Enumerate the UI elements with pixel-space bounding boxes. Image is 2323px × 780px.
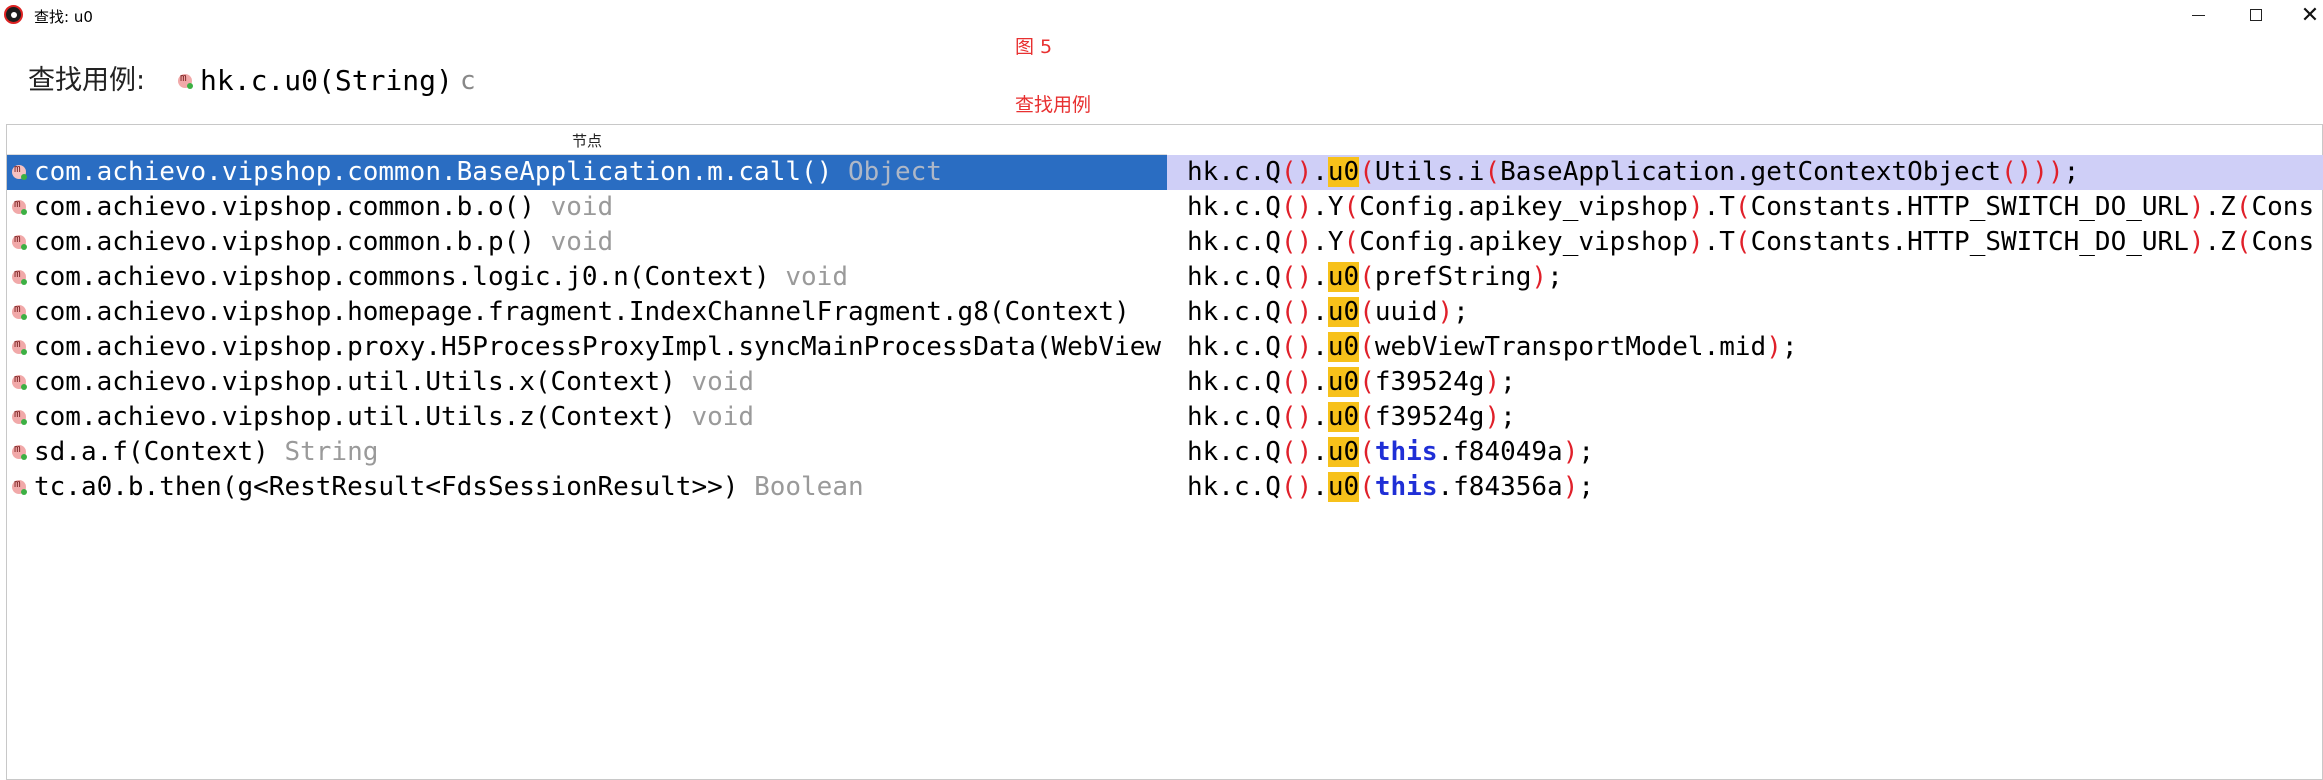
- figure-annotation: 图 5: [1015, 36, 1053, 58]
- method-signature: com.achievo.vipshop.common.b.o(): [34, 192, 535, 222]
- method-signature: com.achievo.vipshop.common.b.p(): [34, 227, 535, 257]
- row-node[interactable]: tc.a0.b.then(g<RestResult<FdsSessionResu…: [7, 470, 1167, 505]
- minimize-button[interactable]: [2173, 0, 2223, 30]
- result-row[interactable]: sd.a.f(Context) String hk.c.Q().u0(this.…: [7, 435, 2323, 470]
- method-icon: [12, 162, 27, 180]
- row-node[interactable]: com.achievo.vipshop.common.BaseApplicati…: [7, 155, 1167, 190]
- row-node[interactable]: com.achievo.vipshop.util.Utils.x(Context…: [7, 365, 1167, 400]
- method-icon: [12, 407, 27, 425]
- row-code[interactable]: hk.c.Q().u0(this.f84356a);: [1167, 470, 2323, 505]
- row-node[interactable]: com.achievo.vipshop.homepage.fragment.In…: [7, 295, 1167, 330]
- result-row[interactable]: com.achievo.vipshop.common.b.p() void hk…: [7, 225, 2323, 260]
- row-node[interactable]: com.achievo.vipshop.common.b.o() void: [7, 190, 1167, 225]
- return-type: String: [284, 437, 379, 467]
- return-type: void: [785, 262, 848, 292]
- row-node[interactable]: com.achievo.vipshop.proxy.H5ProcessProxy…: [7, 330, 1167, 365]
- target-class-kind: c: [460, 66, 476, 96]
- find-usages-label: 查找用例:: [28, 65, 146, 96]
- method-icon: [12, 267, 27, 285]
- maximize-button[interactable]: [2231, 0, 2281, 30]
- title-bar: 查找: u0 ✕: [0, 0, 2323, 30]
- method-icon: [12, 442, 27, 460]
- code-snippet: hk.c.Q().u0(f39524g);: [1187, 367, 1516, 397]
- return-type: Boolean: [754, 472, 864, 502]
- code-snippet: hk.c.Q().u0(uuid);: [1187, 297, 1469, 327]
- row-node[interactable]: sd.a.f(Context) String: [7, 435, 1167, 470]
- result-row[interactable]: com.achievo.vipshop.proxy.H5ProcessProxy…: [7, 330, 2323, 365]
- method-icon: [12, 302, 27, 320]
- row-code[interactable]: hk.c.Q().u0(f39524g);: [1167, 400, 2323, 435]
- result-row[interactable]: com.achievo.vipshop.util.Utils.z(Context…: [7, 400, 2323, 435]
- result-row[interactable]: com.achievo.vipshop.common.b.o() void hk…: [7, 190, 2323, 225]
- method-signature: com.achievo.vipshop.common.BaseApplicati…: [34, 157, 833, 187]
- result-row[interactable]: com.achievo.vipshop.util.Utils.x(Context…: [7, 365, 2323, 400]
- row-code[interactable]: hk.c.Q().u0(uuid);: [1167, 295, 2323, 330]
- row-node[interactable]: com.achievo.vipshop.commons.logic.j0.n(C…: [7, 260, 1167, 295]
- result-row[interactable]: com.achievo.vipshop.homepage.fragment.In…: [7, 295, 2323, 330]
- method-signature: tc.a0.b.then(g<RestResult<FdsSessionResu…: [34, 472, 739, 502]
- code-snippet: hk.c.Q().u0(Utils.i(BaseApplication.getC…: [1187, 157, 2080, 187]
- target-method: hk.c.u0(String): [200, 64, 453, 97]
- code-snippet: hk.c.Q().u0(prefString);: [1187, 262, 1563, 292]
- return-type: void: [691, 367, 755, 397]
- method-signature: com.achievo.vipshop.homepage.fragment.In…: [34, 297, 1130, 327]
- maximize-icon: [2250, 9, 2262, 21]
- row-code[interactable]: hk.c.Q().u0(prefString);: [1167, 260, 2323, 295]
- return-type: void: [691, 402, 755, 432]
- method-signature: com.achievo.vipshop.proxy.H5ProcessProxy…: [34, 332, 1162, 362]
- app-icon: [4, 5, 23, 24]
- row-node[interactable]: com.achievo.vipshop.util.Utils.z(Context…: [7, 400, 1167, 435]
- window-title: 查找: u0: [34, 8, 93, 26]
- method-signature: com.achievo.vipshop.commons.logic.j0.n(C…: [34, 262, 770, 292]
- close-icon: ✕: [2300, 2, 2320, 28]
- return-type: Object: [847, 157, 942, 187]
- caption-annotation: 查找用例: [1015, 94, 1092, 116]
- method-icon: [12, 232, 27, 250]
- row-code[interactable]: hk.c.Q().u0(Utils.i(BaseApplication.getC…: [1167, 155, 2323, 190]
- minimize-icon: [2191, 14, 2205, 16]
- result-row[interactable]: com.achievo.vipshop.common.BaseApplicati…: [7, 155, 2323, 190]
- row-code[interactable]: hk.c.Q().Y(Config.apikey_vipshop).T(Cons…: [1167, 225, 2323, 260]
- method-signature: com.achievo.vipshop.util.Utils.z(Context…: [34, 402, 676, 432]
- method-icon: [178, 71, 193, 89]
- method-icon: [12, 337, 27, 355]
- return-type: void: [550, 192, 614, 222]
- row-code[interactable]: hk.c.Q().u0(f39524g);: [1167, 365, 2323, 400]
- code-snippet: hk.c.Q().Y(Config.apikey_vipshop).T(Cons…: [1187, 192, 2315, 222]
- return-type: void: [550, 227, 614, 257]
- code-snippet: hk.c.Q().Y(Config.apikey_vipshop).T(Cons…: [1187, 227, 2315, 257]
- column-header-node[interactable]: 节点: [7, 125, 1167, 155]
- row-code[interactable]: hk.c.Q().u0(this.f84049a);: [1167, 435, 2323, 470]
- column-header-label: 节点: [572, 132, 603, 150]
- method-icon: [12, 372, 27, 390]
- row-node[interactable]: com.achievo.vipshop.common.b.p() void: [7, 225, 1167, 260]
- row-code[interactable]: hk.c.Q().Y(Config.apikey_vipshop).T(Cons…: [1167, 190, 2323, 225]
- code-snippet: hk.c.Q().u0(webViewTransportModel.mid);: [1187, 332, 1798, 362]
- close-button[interactable]: ✕: [2285, 0, 2323, 30]
- result-row[interactable]: com.achievo.vipshop.commons.logic.j0.n(C…: [7, 260, 2323, 295]
- code-snippet: hk.c.Q().u0(this.f84356a);: [1187, 472, 1595, 502]
- method-icon: [12, 477, 27, 495]
- method-icon: [12, 197, 27, 215]
- method-signature: sd.a.f(Context): [34, 437, 269, 467]
- code-snippet: hk.c.Q().u0(f39524g);: [1187, 402, 1516, 432]
- method-signature: com.achievo.vipshop.util.Utils.x(Context…: [34, 367, 676, 397]
- result-row[interactable]: tc.a0.b.then(g<RestResult<FdsSessionResu…: [7, 470, 2323, 505]
- row-code[interactable]: hk.c.Q().u0(webViewTransportModel.mid);: [1167, 330, 2323, 365]
- code-snippet: hk.c.Q().u0(this.f84049a);: [1187, 437, 1595, 467]
